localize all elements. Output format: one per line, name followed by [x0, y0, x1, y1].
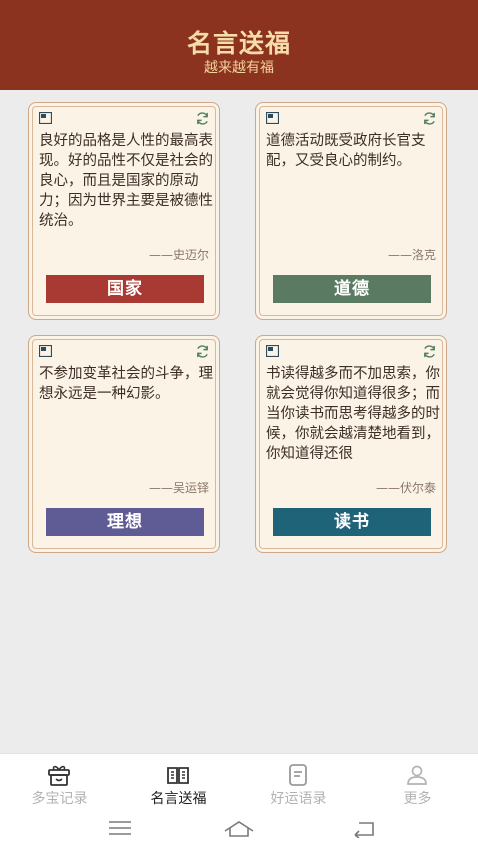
copy-icon[interactable] [266, 112, 279, 124]
page-title: 名言送福 [186, 29, 291, 58]
category-tag-button[interactable]: 国家 [46, 275, 204, 303]
document-icon [289, 764, 307, 786]
tab-label: 好运语录 [270, 791, 327, 807]
refresh-icon[interactable] [422, 344, 437, 359]
quote-author: ——洛克 [387, 248, 436, 262]
category-tag-button[interactable]: 理想 [46, 508, 204, 536]
category-tag-button[interactable]: 道德 [273, 275, 431, 303]
quote-author: ——史迈尔 [148, 248, 209, 262]
menu-icon[interactable] [106, 818, 134, 838]
quote-text: 不参加变革社会的斗争，理想永远是一种幻影。 [39, 366, 213, 402]
copy-icon[interactable] [266, 345, 279, 357]
quote-author: ——吴运铎 [148, 481, 209, 495]
category-tag-button[interactable]: 读书 [273, 508, 431, 536]
copy-icon[interactable] [39, 345, 52, 357]
app-header: 名言送福 越来越有福 [0, 0, 478, 90]
back-icon[interactable] [351, 818, 379, 838]
tab-famous-quotes[interactable]: 名言送福 [119, 754, 238, 811]
quote-card[interactable]: 良好的品格是人性的最高表现。好的品性不仅是社会的良心，而且是国家的原动力；因为世… [28, 102, 220, 320]
quote-author: ——伏尔泰 [375, 481, 436, 495]
quote-text: 良好的品格是人性的最高表现。好的品性不仅是社会的良心，而且是国家的原动力；因为世… [39, 133, 213, 229]
copy-icon[interactable] [39, 112, 52, 124]
quote-card[interactable]: 不参加变革社会的斗争，理想永远是一种幻影。 ——吴运铎 理想 [28, 335, 220, 553]
person-icon [407, 765, 427, 785]
tab-label: 名言送福 [150, 791, 207, 807]
tab-more[interactable]: 更多 [358, 754, 477, 811]
quote-text: 书读得越多而不加思索，你就会觉得你知道得很多；而当你读书而思考得越多的时候，你就… [266, 366, 440, 462]
gift-box-icon [48, 765, 70, 786]
tab-good-luck-quotes[interactable]: 好运语录 [239, 754, 358, 811]
home-icon[interactable] [223, 818, 255, 838]
tab-label: 多宝记录 [31, 791, 88, 807]
bottom-tab-bar: 多宝记录 名言送福 好运语录 更多 [0, 753, 478, 811]
tab-label: 更多 [403, 791, 432, 807]
refresh-icon[interactable] [195, 344, 210, 359]
refresh-icon[interactable] [422, 111, 437, 126]
system-navigation-bar [0, 810, 478, 850]
quote-text: 道德活动既受政府长官支配，又受良心的制约。 [266, 133, 426, 169]
quote-card[interactable]: 道德活动既受政府长官支配，又受良心的制约。 ——洛克 道德 [255, 102, 447, 320]
open-book-icon [167, 767, 189, 784]
quote-card[interactable]: 书读得越多而不加思索，你就会觉得你知道得很多；而当你读书而思考得越多的时候，你就… [255, 335, 447, 553]
refresh-icon[interactable] [195, 111, 210, 126]
page-subtitle: 越来越有福 [204, 60, 274, 76]
tab-duobao-records[interactable]: 多宝记录 [0, 754, 119, 811]
